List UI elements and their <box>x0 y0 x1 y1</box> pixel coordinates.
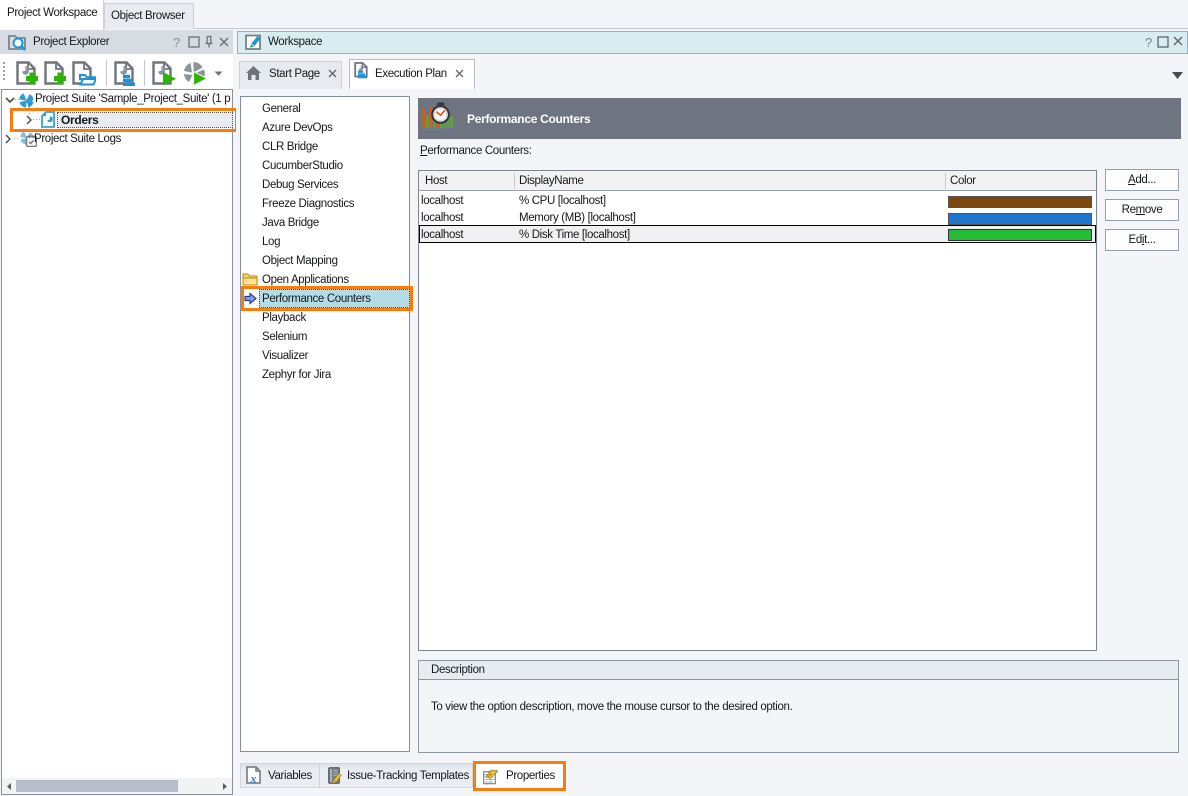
svg-text:x: x <box>250 772 257 785</box>
svg-text:?: ? <box>173 35 186 50</box>
svg-text:?: ? <box>1145 35 1152 49</box>
